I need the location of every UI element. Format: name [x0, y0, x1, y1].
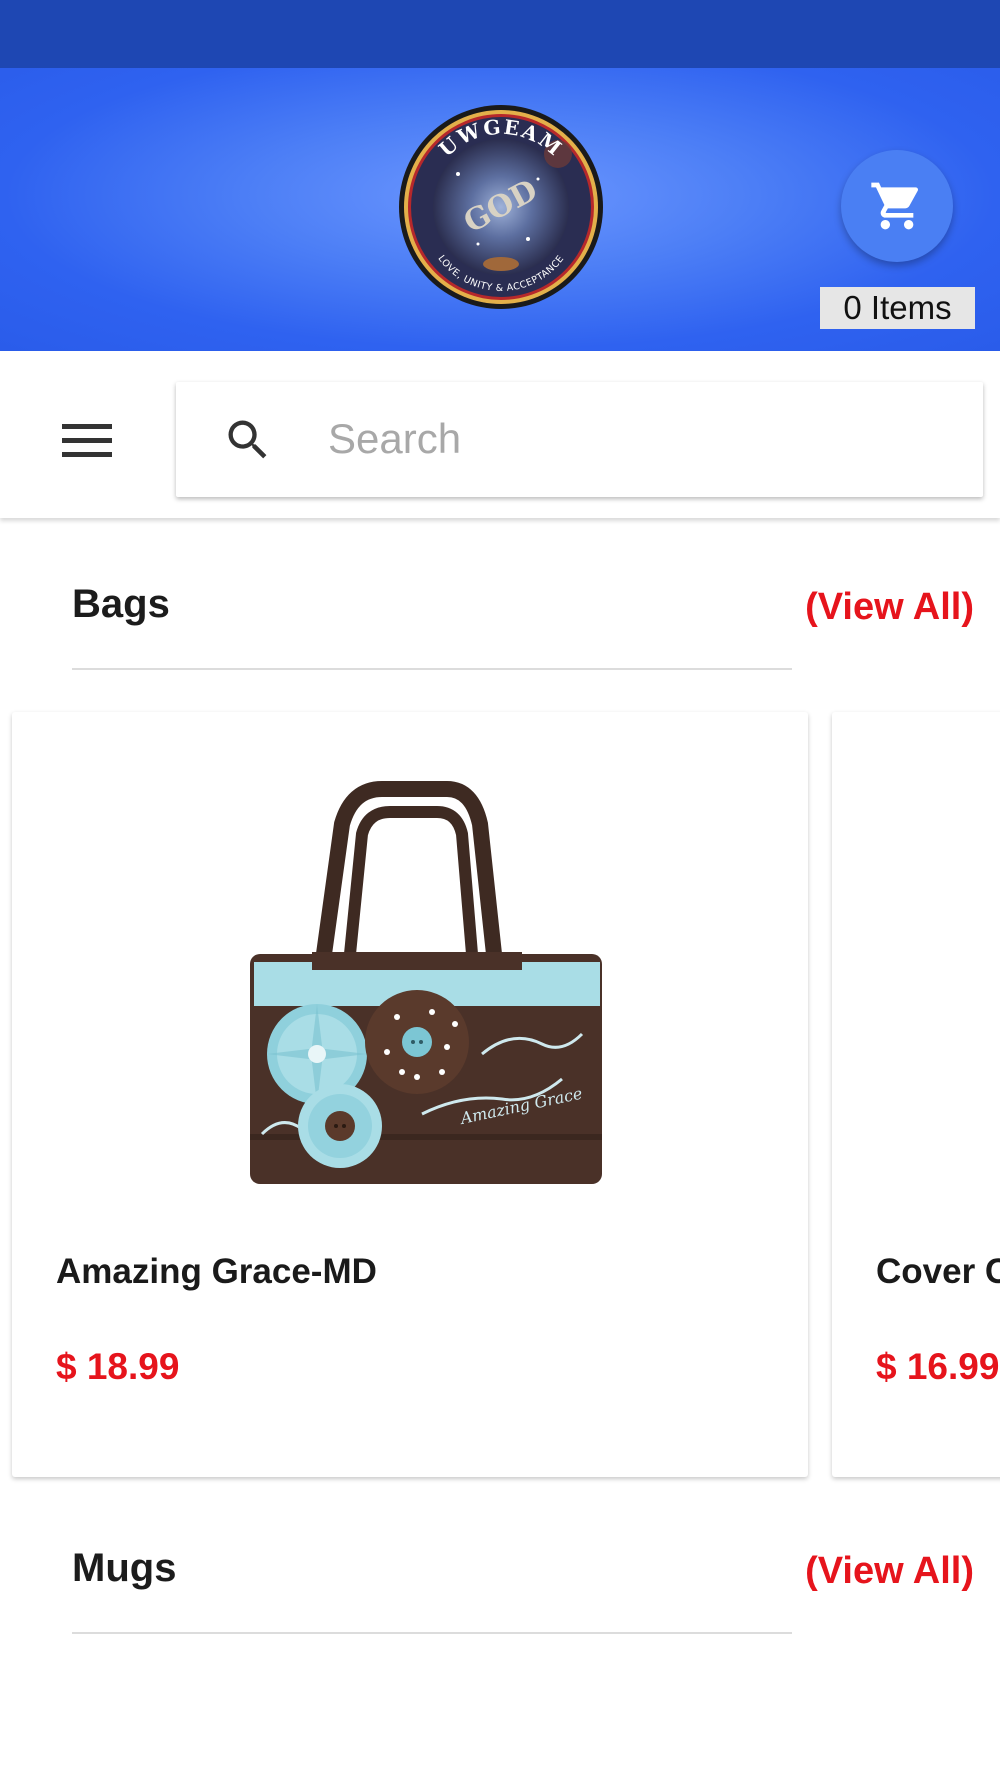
- cart-item-count[interactable]: 0 Items: [820, 287, 975, 329]
- product-name[interactable]: Cover C: [876, 1252, 1000, 1292]
- menu-button[interactable]: [58, 418, 118, 464]
- section-divider: [72, 1632, 792, 1634]
- status-bar: [0, 0, 1000, 68]
- search-input[interactable]: [328, 404, 948, 474]
- section-divider: [72, 668, 792, 670]
- view-all-bags-link[interactable]: (View All): [805, 586, 974, 629]
- product-card[interactable]: Amazing Grace Amazing Grace-MD $ 18.99: [12, 712, 808, 1477]
- section-title-bags: Bags: [72, 582, 170, 626]
- section-title-mugs: Mugs: [72, 1546, 177, 1590]
- cart-icon: [871, 182, 919, 230]
- search-icon[interactable]: [222, 414, 274, 466]
- brand-logo[interactable]: UWGEAM GOD LOVE, UNITY & ACCEPTANCE: [398, 104, 604, 310]
- product-price: $ 18.99: [56, 1346, 180, 1387]
- view-all-mugs-link[interactable]: (View All): [805, 1550, 974, 1593]
- menu-icon: [62, 424, 112, 457]
- product-name[interactable]: Amazing Grace-MD: [56, 1252, 377, 1292]
- product-card[interactable]: Cover C $ 16.99: [832, 712, 1000, 1477]
- cart-button[interactable]: [841, 150, 953, 262]
- product-image-bag: Amazing Grace: [250, 781, 602, 1184]
- product-price: $ 16.99: [876, 1346, 1000, 1387]
